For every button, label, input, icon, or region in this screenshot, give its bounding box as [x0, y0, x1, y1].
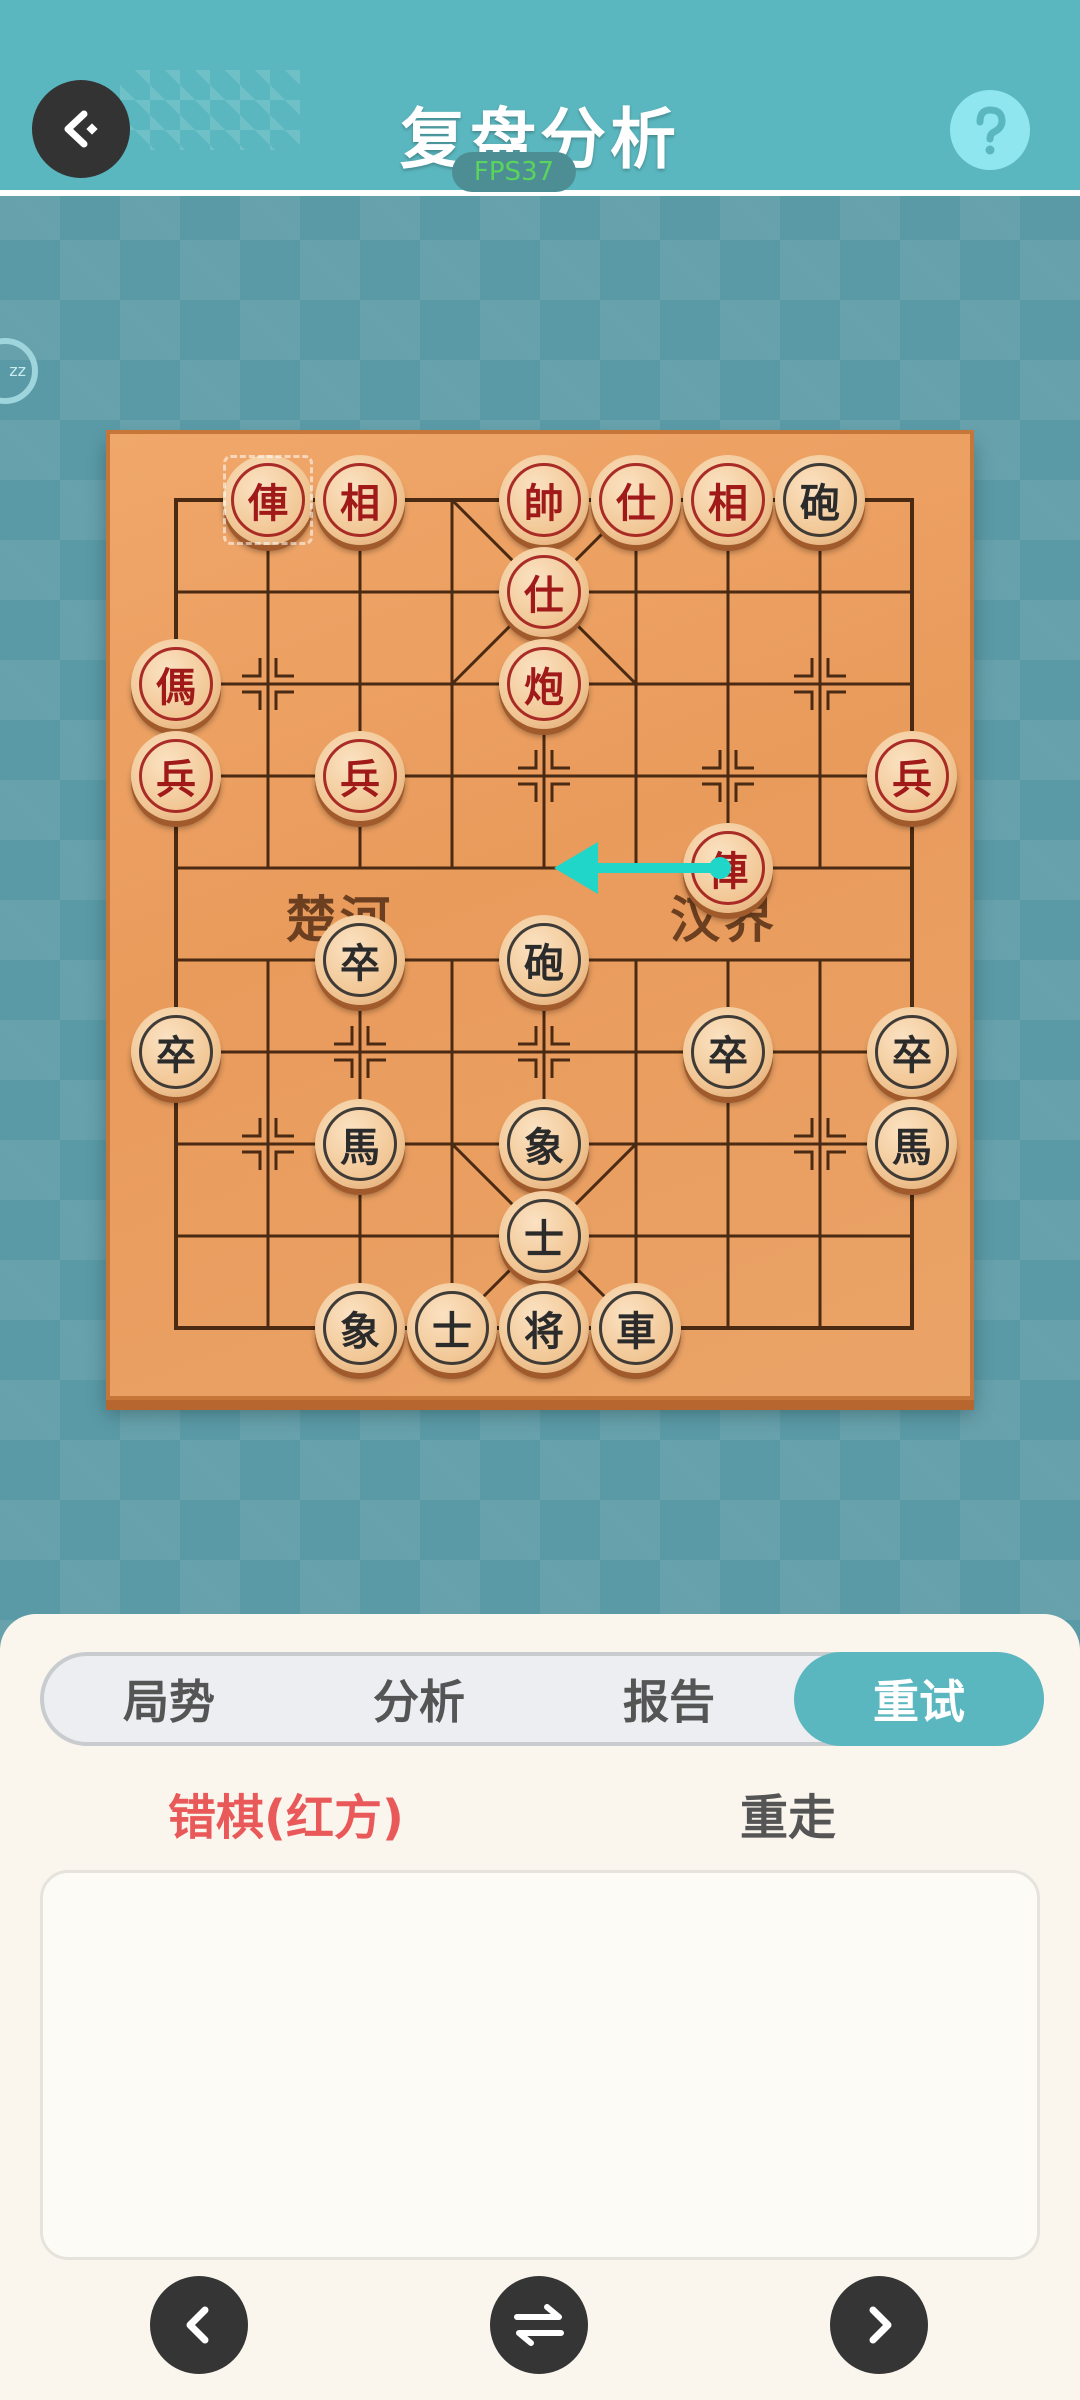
tab-bar: 局势 分析 报告 重试: [40, 1652, 1044, 1746]
redo-button[interactable]: 重走: [740, 1778, 836, 1848]
hint-arrow-head: [554, 842, 598, 894]
side-timer-badge[interactable]: zz: [0, 338, 38, 404]
analysis-panel: 局势 分析 报告 重试 错棋(红方) 重走: [0, 1614, 1080, 2400]
prev-move-button[interactable]: [150, 2276, 248, 2374]
chevron-left-icon: [186, 2306, 209, 2344]
hint-arrow-origin: [709, 857, 731, 879]
tab-situation[interactable]: 局势: [44, 1656, 294, 1742]
swap-side-button[interactable]: [490, 2276, 588, 2374]
header-bar: 复盘分析 FPS37: [0, 0, 1080, 196]
fps-counter: FPS37: [452, 152, 576, 192]
mistake-label: 错棋(红方): [168, 1790, 404, 1846]
hint-arrow: [554, 842, 731, 894]
tab-retry[interactable]: 重试: [794, 1652, 1044, 1746]
help-question-icon: [976, 106, 1006, 155]
chevron-right-icon: [869, 2306, 892, 2344]
tab-analysis[interactable]: 分析: [294, 1656, 544, 1742]
move-info-row: 错棋(红方) 重走: [0, 1778, 1080, 1848]
analysis-text-area: [40, 1870, 1040, 2260]
help-button[interactable]: [950, 90, 1030, 170]
swap-arrows-icon: [514, 2304, 564, 2346]
chess-board[interactable]: 楚河 汉界 俥相帥仕相砲仕傌炮兵兵兵俥卒砲卒卒卒馬象馬士象士将車: [106, 430, 974, 1400]
tab-report[interactable]: 报告: [544, 1656, 794, 1742]
next-move-button[interactable]: [830, 2276, 928, 2374]
